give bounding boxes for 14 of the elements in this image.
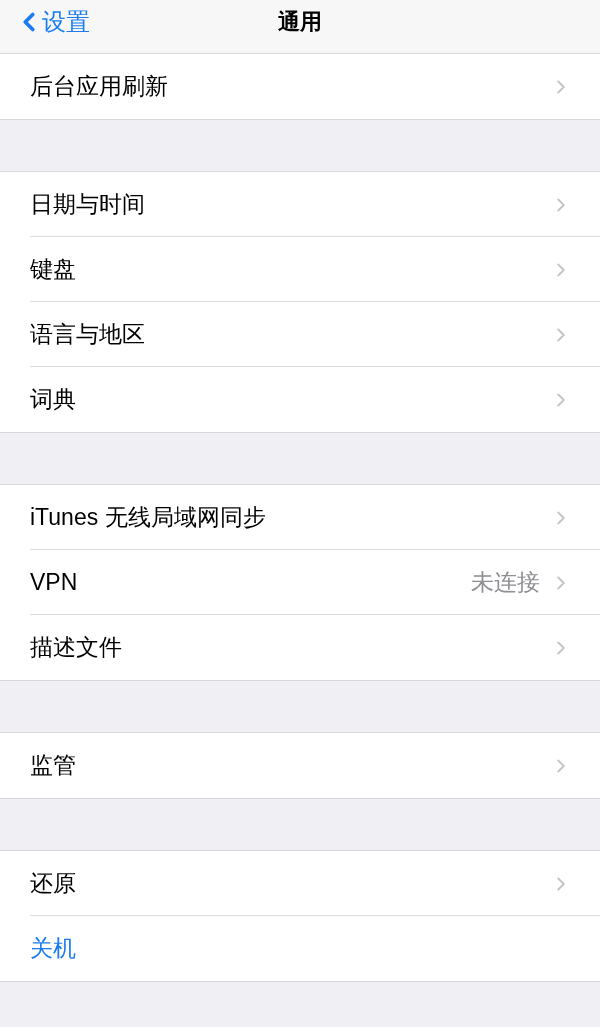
row-label: 关机 xyxy=(30,934,76,964)
row-label: 后台应用刷新 xyxy=(30,72,168,102)
row-label: 描述文件 xyxy=(30,633,122,663)
row-value: 未连接 xyxy=(471,568,540,598)
row-label: iTunes 无线局域网同步 xyxy=(30,503,266,533)
row-label: 还原 xyxy=(30,869,76,899)
row-label: 键盘 xyxy=(30,255,76,285)
row-label: 日期与时间 xyxy=(30,190,145,220)
back-button[interactable]: 设置 xyxy=(14,0,90,44)
row-label: 监管 xyxy=(30,751,76,781)
row-label: 语言与地区 xyxy=(30,320,145,350)
window-title: 通用 xyxy=(278,8,322,36)
row-label: 词典 xyxy=(30,385,76,415)
row-label: VPN xyxy=(30,568,78,598)
